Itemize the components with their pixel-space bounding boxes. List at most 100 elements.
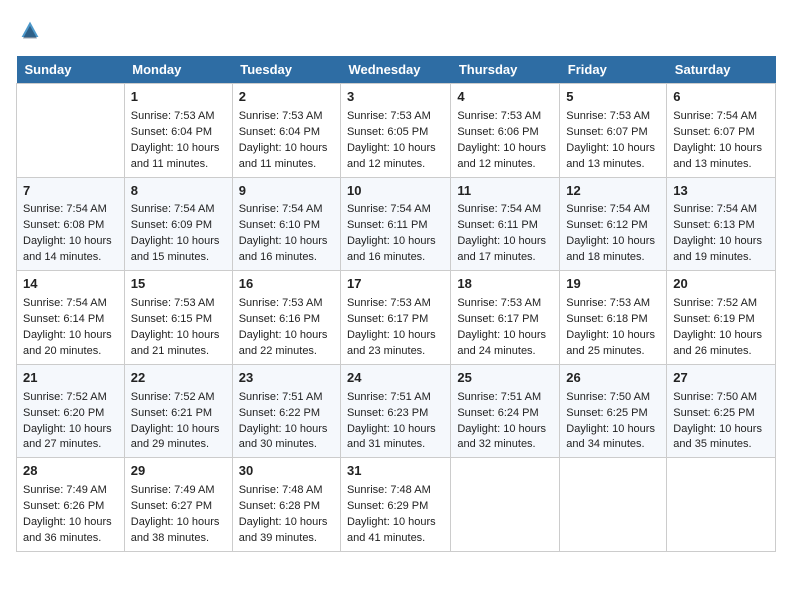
- day-number: 12: [566, 182, 660, 201]
- calendar-header: SundayMondayTuesdayWednesdayThursdayFrid…: [17, 56, 776, 84]
- sunset: Sunset: 6:29 PM: [347, 500, 428, 512]
- sunrise: Sunrise: 7:52 AM: [673, 297, 757, 309]
- daylight: Daylight: 10 hours and 39 minutes.: [239, 516, 328, 544]
- sunset: Sunset: 6:13 PM: [673, 219, 754, 231]
- sunset: Sunset: 6:18 PM: [566, 313, 647, 325]
- calendar-cell: 14Sunrise: 7:54 AMSunset: 6:14 PMDayligh…: [17, 271, 125, 365]
- calendar-cell: 21Sunrise: 7:52 AMSunset: 6:20 PMDayligh…: [17, 364, 125, 458]
- day-number: 31: [347, 462, 444, 481]
- calendar-week-2: 7Sunrise: 7:54 AMSunset: 6:08 PMDaylight…: [17, 177, 776, 271]
- day-number: 15: [131, 275, 226, 294]
- day-number: 25: [457, 369, 553, 388]
- daylight: Daylight: 10 hours and 12 minutes.: [457, 142, 546, 170]
- sunrise: Sunrise: 7:51 AM: [457, 391, 541, 403]
- sunset: Sunset: 6:26 PM: [23, 500, 104, 512]
- calendar-cell: 9Sunrise: 7:54 AMSunset: 6:10 PMDaylight…: [232, 177, 340, 271]
- day-number: 10: [347, 182, 444, 201]
- calendar-cell: 27Sunrise: 7:50 AMSunset: 6:25 PMDayligh…: [667, 364, 776, 458]
- daylight: Daylight: 10 hours and 11 minutes.: [131, 142, 220, 170]
- sunset: Sunset: 6:07 PM: [673, 126, 754, 138]
- sunrise: Sunrise: 7:51 AM: [239, 391, 323, 403]
- sunrise: Sunrise: 7:53 AM: [239, 297, 323, 309]
- calendar-cell: 25Sunrise: 7:51 AMSunset: 6:24 PMDayligh…: [451, 364, 560, 458]
- sunset: Sunset: 6:11 PM: [457, 219, 538, 231]
- daylight: Daylight: 10 hours and 23 minutes.: [347, 329, 436, 357]
- calendar-cell: [451, 458, 560, 552]
- daylight: Daylight: 10 hours and 21 minutes.: [131, 329, 220, 357]
- day-number: 1: [131, 88, 226, 107]
- sunrise: Sunrise: 7:49 AM: [23, 484, 107, 496]
- sunset: Sunset: 6:15 PM: [131, 313, 212, 325]
- sunrise: Sunrise: 7:53 AM: [457, 110, 541, 122]
- daylight: Daylight: 10 hours and 15 minutes.: [131, 235, 220, 263]
- sunset: Sunset: 6:04 PM: [131, 126, 212, 138]
- day-number: 6: [673, 88, 769, 107]
- daylight: Daylight: 10 hours and 22 minutes.: [239, 329, 328, 357]
- day-number: 23: [239, 369, 334, 388]
- sunrise: Sunrise: 7:53 AM: [457, 297, 541, 309]
- sunset: Sunset: 6:11 PM: [347, 219, 428, 231]
- calendar-cell: 4Sunrise: 7:53 AMSunset: 6:06 PMDaylight…: [451, 84, 560, 178]
- sunrise: Sunrise: 7:54 AM: [131, 203, 215, 215]
- sunrise: Sunrise: 7:51 AM: [347, 391, 431, 403]
- calendar-cell: [667, 458, 776, 552]
- daylight: Daylight: 10 hours and 38 minutes.: [131, 516, 220, 544]
- calendar-cell: 23Sunrise: 7:51 AMSunset: 6:22 PMDayligh…: [232, 364, 340, 458]
- daylight: Daylight: 10 hours and 35 minutes.: [673, 423, 762, 451]
- sunrise: Sunrise: 7:50 AM: [566, 391, 650, 403]
- calendar-cell: 22Sunrise: 7:52 AMSunset: 6:21 PMDayligh…: [124, 364, 232, 458]
- daylight: Daylight: 10 hours and 36 minutes.: [23, 516, 112, 544]
- logo-icon: [16, 16, 44, 44]
- sunrise: Sunrise: 7:53 AM: [347, 110, 431, 122]
- sunset: Sunset: 6:10 PM: [239, 219, 320, 231]
- day-number: 11: [457, 182, 553, 201]
- daylight: Daylight: 10 hours and 13 minutes.: [566, 142, 655, 170]
- day-number: 14: [23, 275, 118, 294]
- daylight: Daylight: 10 hours and 13 minutes.: [673, 142, 762, 170]
- day-number: 17: [347, 275, 444, 294]
- sunrise: Sunrise: 7:54 AM: [23, 297, 107, 309]
- daylight: Daylight: 10 hours and 19 minutes.: [673, 235, 762, 263]
- calendar-cell: 8Sunrise: 7:54 AMSunset: 6:09 PMDaylight…: [124, 177, 232, 271]
- calendar-cell: 29Sunrise: 7:49 AMSunset: 6:27 PMDayligh…: [124, 458, 232, 552]
- calendar-cell: 28Sunrise: 7:49 AMSunset: 6:26 PMDayligh…: [17, 458, 125, 552]
- daylight: Daylight: 10 hours and 16 minutes.: [239, 235, 328, 263]
- calendar-cell: 2Sunrise: 7:53 AMSunset: 6:04 PMDaylight…: [232, 84, 340, 178]
- day-number: 19: [566, 275, 660, 294]
- sunrise: Sunrise: 7:49 AM: [131, 484, 215, 496]
- sunset: Sunset: 6:17 PM: [347, 313, 428, 325]
- day-number: 27: [673, 369, 769, 388]
- sunrise: Sunrise: 7:54 AM: [673, 203, 757, 215]
- daylight: Daylight: 10 hours and 32 minutes.: [457, 423, 546, 451]
- sunset: Sunset: 6:17 PM: [457, 313, 538, 325]
- sunrise: Sunrise: 7:53 AM: [239, 110, 323, 122]
- day-number: 2: [239, 88, 334, 107]
- calendar-cell: 12Sunrise: 7:54 AMSunset: 6:12 PMDayligh…: [560, 177, 667, 271]
- daylight: Daylight: 10 hours and 24 minutes.: [457, 329, 546, 357]
- daylight: Daylight: 10 hours and 34 minutes.: [566, 423, 655, 451]
- calendar-cell: 16Sunrise: 7:53 AMSunset: 6:16 PMDayligh…: [232, 271, 340, 365]
- sunset: Sunset: 6:05 PM: [347, 126, 428, 138]
- day-number: 8: [131, 182, 226, 201]
- day-number: 21: [23, 369, 118, 388]
- logo: [16, 16, 46, 44]
- calendar-week-1: 1 Sunrise: 7:53 AM Sunset: 6:04 PM Daylight…: [17, 84, 776, 178]
- sunset: Sunset: 6:04 PM: [239, 126, 320, 138]
- calendar-cell: [560, 458, 667, 552]
- calendar-cell: 24Sunrise: 7:51 AMSunset: 6:23 PMDayligh…: [340, 364, 450, 458]
- sunrise: Sunrise: 7:54 AM: [23, 203, 107, 215]
- daylight: Daylight: 10 hours and 27 minutes.: [23, 423, 112, 451]
- calendar-cell: 20Sunrise: 7:52 AMSunset: 6:19 PMDayligh…: [667, 271, 776, 365]
- day-number: 9: [239, 182, 334, 201]
- calendar-cell: 10Sunrise: 7:54 AMSunset: 6:11 PMDayligh…: [340, 177, 450, 271]
- sunrise: Sunrise: 7:54 AM: [673, 110, 757, 122]
- calendar-cell: [17, 84, 125, 178]
- calendar-cell: 7Sunrise: 7:54 AMSunset: 6:08 PMDaylight…: [17, 177, 125, 271]
- day-number: 20: [673, 275, 769, 294]
- weekday-header-tuesday: Tuesday: [232, 56, 340, 84]
- calendar-cell: 19Sunrise: 7:53 AMSunset: 6:18 PMDayligh…: [560, 271, 667, 365]
- sunrise: Sunrise: 7:52 AM: [131, 391, 215, 403]
- sunrise: Sunrise: 7:52 AM: [23, 391, 107, 403]
- daylight: Daylight: 10 hours and 29 minutes.: [131, 423, 220, 451]
- weekday-header-thursday: Thursday: [451, 56, 560, 84]
